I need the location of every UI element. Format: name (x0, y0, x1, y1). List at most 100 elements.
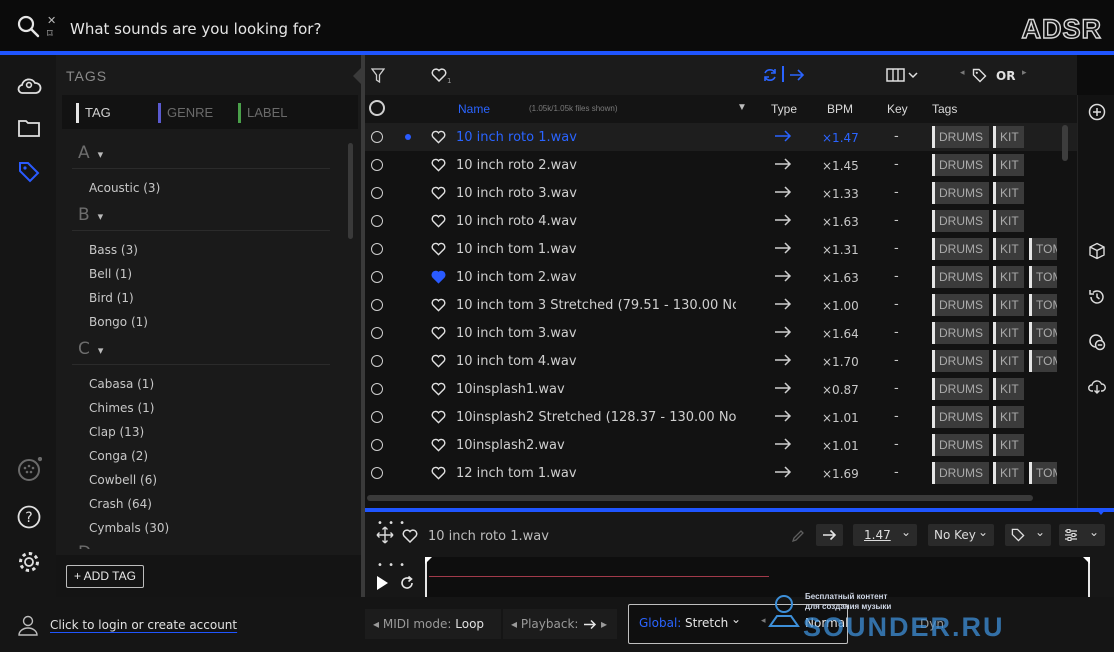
refresh-icon[interactable] (762, 67, 778, 83)
file-name[interactable]: 10 inch roto 4.wav (456, 214, 736, 229)
file-name[interactable]: 10insplash1.wav (456, 382, 736, 397)
tag-item[interactable]: Crash (64) (89, 497, 152, 511)
row-select-radio[interactable] (371, 159, 383, 171)
tab-genre[interactable]: GENRE (158, 103, 213, 123)
tag-chip[interactable]: KIT (993, 406, 1024, 428)
file-name[interactable]: 10insplash2 Stretched (128.37 - 130.00 N… (456, 410, 736, 425)
tag-item[interactable]: Cymbals (30) (89, 521, 169, 535)
file-name[interactable]: 10 inch roto 3.wav (456, 186, 736, 201)
table-row[interactable]: 10 inch tom 3.wav ×1.64 - DRUMSKITTOM (365, 319, 1077, 347)
file-name[interactable]: 10 inch roto 1.wav (456, 130, 736, 145)
row-select-radio[interactable] (371, 131, 383, 143)
letter-group-b[interactable]: B ▾ (78, 205, 103, 225)
tab-label[interactable]: LABEL (238, 103, 287, 123)
table-row[interactable]: 10 inch roto 4.wav ×1.63 - DRUMS KIT (365, 207, 1077, 235)
tag-chip[interactable]: DRUMS (932, 378, 989, 400)
loop-end-flag[interactable] (1083, 557, 1090, 564)
tag-item[interactable]: Bell (1) (89, 267, 132, 281)
file-name[interactable]: 10 inch tom 1.wav (456, 242, 736, 257)
global-mode-value[interactable]: Stretch (685, 616, 728, 630)
column-type[interactable]: Type (771, 102, 797, 116)
history-icon[interactable] (1088, 288, 1106, 306)
midi-icon[interactable] (16, 457, 42, 483)
row-select-radio[interactable] (371, 299, 383, 311)
add-icon[interactable] (1088, 103, 1106, 121)
prev-icon[interactable]: ◂ (373, 617, 379, 631)
tag-item[interactable]: Cabasa (1) (89, 377, 154, 391)
row-select-radio[interactable] (371, 271, 383, 283)
favorite-heart-icon[interactable] (431, 382, 446, 396)
piano-keys-dropdown-icon[interactable] (886, 68, 922, 82)
column-name[interactable]: Name (458, 102, 490, 116)
favorite-heart-icon[interactable] (402, 529, 418, 543)
settings-gear-icon[interactable] (16, 549, 42, 575)
tag-chip[interactable]: KIT (993, 462, 1024, 484)
favorite-heart-icon[interactable] (431, 214, 446, 228)
folder-icon[interactable] (16, 115, 42, 141)
table-row[interactable]: 10 inch tom 1.wav ×1.31 - DRUMSKITTOM (365, 235, 1077, 263)
tag-item[interactable]: Conga (2) (89, 449, 148, 463)
file-name[interactable]: 10 inch tom 3 Stretched (79.51 - 130.00 … (456, 298, 736, 313)
tag-chip[interactable]: KIT (993, 238, 1024, 260)
move-icon[interactable] (376, 526, 394, 544)
tag-chip[interactable]: DRUMS (932, 126, 989, 148)
sort-direction-icon[interactable]: ▼ (737, 102, 747, 113)
tag-chip[interactable]: KIT (993, 210, 1024, 232)
clear-search-icon[interactable]: ✕ (47, 14, 56, 27)
user-icon[interactable] (17, 614, 39, 636)
row-select-radio[interactable] (371, 355, 383, 367)
tag-chip[interactable]: KIT (993, 126, 1024, 148)
table-row[interactable]: 10 inch roto 3.wav ×1.33 - DRUMS KIT (365, 179, 1077, 207)
tag-item[interactable]: Acoustic (3) (89, 181, 160, 195)
tag-dropdown[interactable]: ⌄ (1005, 524, 1051, 546)
player-drag-handle-icon[interactable] (1095, 508, 1107, 516)
column-tags[interactable]: Tags (932, 102, 957, 116)
playback-direction-button[interactable] (816, 524, 843, 546)
tag-chip[interactable]: KIT (993, 266, 1024, 288)
tag-chip[interactable]: KIT (993, 378, 1024, 400)
midi-mode-selector[interactable]: ◂ MIDI mode: Loop ▸ (365, 609, 501, 652)
loop-icon[interactable] (399, 575, 415, 591)
table-row[interactable]: 10insplash2.wav ×1.01 - DRUMS KIT (365, 431, 1077, 459)
search-icon[interactable] (16, 14, 40, 38)
tag-chip[interactable]: KIT (993, 434, 1024, 456)
tag-chip[interactable]: DRUMS (932, 322, 989, 344)
column-bpm[interactable]: BPM (827, 102, 853, 116)
tag-item[interactable]: Bird (1) (89, 291, 134, 305)
tag-list-scrollbar[interactable] (348, 143, 353, 239)
tag-chip[interactable]: DRUMS (932, 210, 989, 232)
tag-chip[interactable]: DRUMS (932, 238, 989, 260)
tag-chip[interactable]: DRUMS (932, 434, 989, 456)
key-dropdown[interactable]: No Key ⌄ (928, 524, 994, 546)
playback-selector[interactable]: ◂ Playback: ▸ (503, 609, 617, 639)
favorite-heart-icon[interactable] (431, 466, 446, 480)
favorite-heart-icon[interactable] (431, 158, 446, 172)
column-key[interactable]: Key (887, 102, 908, 116)
next-icon[interactable]: ▸ (601, 609, 607, 639)
favorite-heart-icon[interactable] (431, 130, 446, 144)
tag-item[interactable]: Chimes (1) (89, 401, 154, 415)
tag-chip[interactable]: DRUMS (932, 266, 989, 288)
tag-icon[interactable] (16, 159, 42, 185)
file-name[interactable]: 10 inch tom 4.wav (456, 354, 736, 369)
tag-chip[interactable]: TOM (1029, 350, 1057, 372)
file-name[interactable]: 10 inch tom 3.wav (456, 326, 736, 341)
tag-item[interactable]: Bongo (1) (89, 315, 148, 329)
letter-group-c[interactable]: C ▾ (78, 339, 103, 359)
tag-chip[interactable]: DRUMS (932, 154, 989, 176)
list-scrollbar[interactable] (1062, 125, 1068, 161)
favorite-heart-icon[interactable] (431, 270, 446, 284)
tag-chip[interactable]: TOM (1029, 462, 1057, 484)
row-select-radio[interactable] (371, 383, 383, 395)
transport-menu-dots-icon[interactable]: • • • (377, 560, 406, 571)
logic-next-button[interactable]: ▸ (1022, 68, 1027, 78)
file-name[interactable]: 10 inch roto 2.wav (456, 158, 736, 173)
tag-chip[interactable]: TOM (1029, 322, 1057, 344)
bookmark-icon[interactable]: ⌑ (47, 27, 56, 40)
table-row[interactable]: 10 inch roto 1.wav ×1.47 - DRUMS KIT (365, 123, 1077, 151)
bpm-dropdown[interactable]: 1.47 ⌄ (853, 524, 917, 546)
search-input[interactable]: What sounds are you looking for? (70, 20, 321, 38)
tag-chip[interactable]: DRUMS (932, 182, 989, 204)
table-row[interactable]: 10 inch tom 3 Stretched (79.51 - 130.00 … (365, 291, 1077, 319)
direction-arrow-icon[interactable] (789, 68, 805, 82)
